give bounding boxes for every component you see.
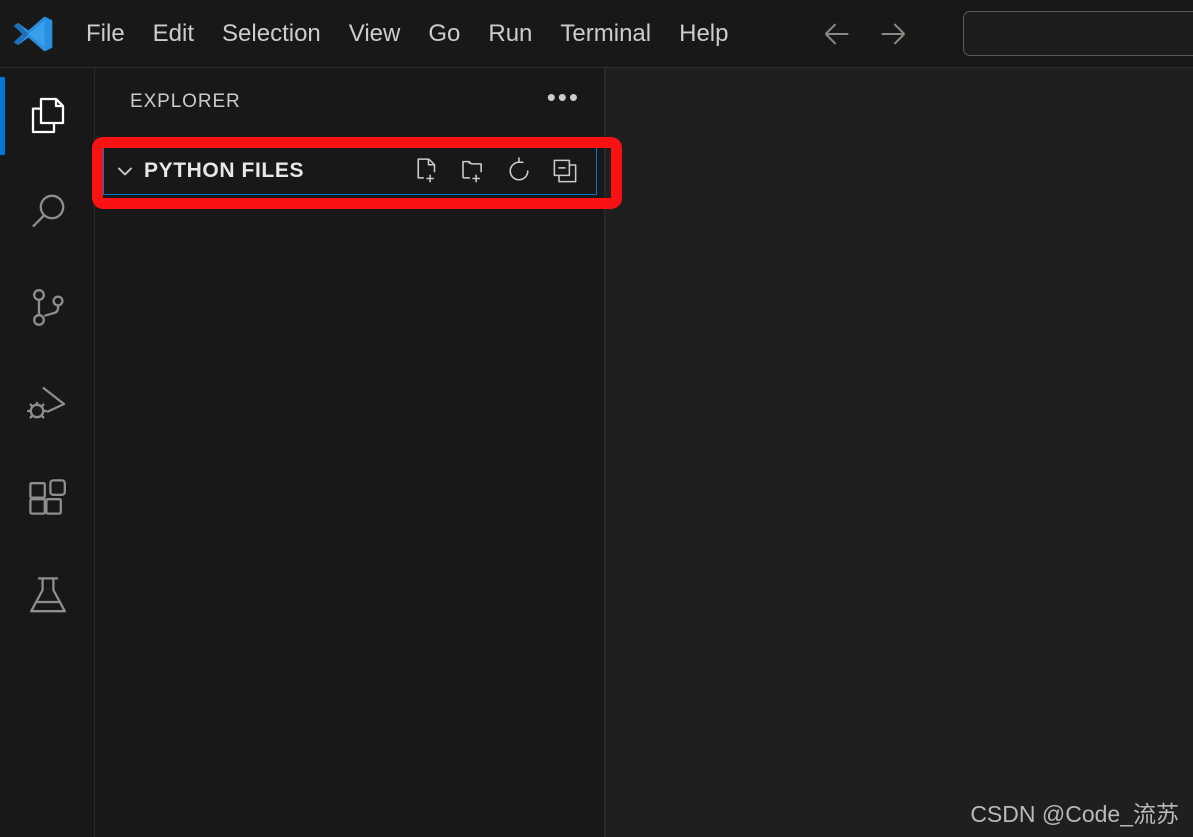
title-bar: File Edit Selection View Go Run Terminal…: [0, 0, 1193, 68]
activity-item-extensions[interactable]: [0, 452, 95, 548]
menu-item-help[interactable]: Help: [665, 18, 742, 50]
vscode-logo-icon: [13, 16, 53, 51]
editor-area: [606, 68, 1193, 837]
menu-bar: File Edit Selection View Go Run Terminal…: [72, 0, 742, 67]
menu-item-run[interactable]: Run: [474, 18, 546, 50]
menu-item-terminal[interactable]: Terminal: [546, 18, 665, 50]
chevron-down-icon[interactable]: [112, 158, 138, 184]
arrow-right-icon[interactable]: [876, 17, 910, 51]
watermark-text: CSDN @Code_流苏: [970, 801, 1179, 827]
refresh-icon[interactable]: [504, 156, 534, 186]
menu-item-go[interactable]: Go: [414, 18, 474, 50]
activity-item-explorer[interactable]: [0, 68, 95, 164]
menu-item-view[interactable]: View: [335, 18, 415, 50]
sidebar-header: EXPLORER •••: [95, 68, 604, 136]
new-file-icon[interactable]: [412, 156, 442, 186]
navigation-arrows: [820, 17, 910, 51]
section-header-python-files[interactable]: PYTHON FILES: [103, 147, 597, 195]
activity-item-search[interactable]: [0, 164, 95, 260]
sidebar-title: EXPLORER: [130, 91, 241, 112]
arrow-left-icon[interactable]: [820, 17, 854, 51]
explorer-sidebar: EXPLORER ••• PYTHON FILES: [95, 68, 605, 837]
command-search-input[interactable]: [963, 11, 1193, 56]
section-actions: [412, 156, 596, 186]
activity-item-run-and-debug[interactable]: [0, 356, 95, 452]
menu-item-selection[interactable]: Selection: [208, 18, 335, 50]
activity-item-testing[interactable]: [0, 548, 95, 644]
collapse-all-icon[interactable]: [550, 156, 580, 186]
activity-bar: [0, 68, 95, 837]
ellipsis-icon[interactable]: •••: [547, 84, 580, 112]
new-folder-icon[interactable]: [458, 156, 488, 186]
menu-item-edit[interactable]: Edit: [139, 18, 208, 50]
menu-item-file[interactable]: File: [72, 18, 139, 50]
activity-item-source-control[interactable]: [0, 260, 95, 356]
python-files-section: PYTHON FILES: [103, 147, 597, 202]
section-title: PYTHON FILES: [144, 159, 305, 182]
